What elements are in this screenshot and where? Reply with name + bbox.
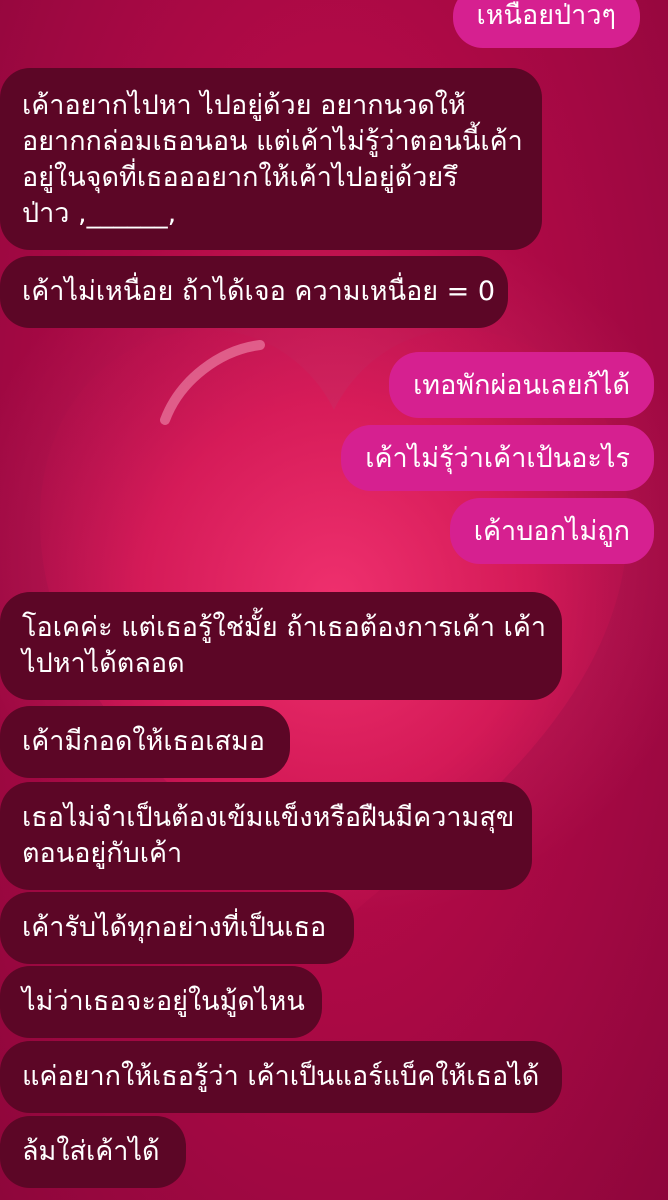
message-text: เธอไม่จำเป็นต้องเข้มแข็งหรือฝืนมีความสุข	[22, 802, 515, 833]
message-text: ล้มใส่เค้าได้	[22, 1136, 160, 1167]
message-bubble-incoming[interactable]: เธอไม่จำเป็นต้องเข้มแข็งหรือฝืนมีความสุข…	[0, 782, 532, 890]
message-text: เค้ารับได้ทุกอย่างที่เป็นเธอ	[22, 912, 327, 943]
message-text: เทอพักผ่อนเลยก้ได้	[413, 370, 630, 401]
message-text: อยากกล่อมเธอนอน แต่เค้าไม่รู้ว่าตอนนี้เค…	[22, 126, 523, 157]
message-bubble-outgoing[interactable]: เทอพักผ่อนเลยก้ได้	[389, 352, 654, 418]
message-text: ไปหาได้ตลอด	[22, 648, 185, 679]
message-bubble-incoming[interactable]: ไม่ว่าเธอจะอยู่ในมู้ดไหน	[0, 966, 322, 1038]
message-bubble-incoming[interactable]: เค้าอยากไปหา ไปอยู่ด้วย อยากนวดให้ อยากก…	[0, 68, 542, 250]
message-bubble-incoming[interactable]: เค้าไม่เหนื่อย ถ้าได้เจอ ความเหนื่อย = 0	[0, 256, 508, 328]
message-text: อยู่ในจุดที่เธอออยากให้เค้าไปอยู่ด้วยรึ	[22, 162, 458, 193]
message-text: ป่าว ,______,	[22, 198, 177, 229]
message-text: เหนื่อยป่าวๆ	[476, 0, 616, 31]
message-text: โอเคค่ะ แต่เธอรู้ใช่มั้ย ถ้าเธอต้องการเค…	[22, 612, 547, 643]
message-bubble-incoming[interactable]: ล้มใส่เค้าได้	[0, 1116, 186, 1188]
message-bubble-incoming[interactable]: เค้ารับได้ทุกอย่างที่เป็นเธอ	[0, 892, 354, 964]
message-bubble-incoming[interactable]: โอเคค่ะ แต่เธอรู้ใช่มั้ย ถ้าเธอต้องการเค…	[0, 592, 562, 700]
message-text: เค้าไม่เหนื่อย ถ้าได้เจอ ความเหนื่อย = 0	[22, 276, 496, 307]
chat-thread: เหนื่อยป่าวๆ เค้าอยากไปหา ไปอยู่ด้วย อยา…	[0, 0, 668, 1200]
message-bubble-incoming[interactable]: แค่อยากให้เธอรู้ว่า เค้าเป็นแอร์แบ็คให้เ…	[0, 1041, 562, 1113]
message-text: เค้าอยากไปหา ไปอยู่ด้วย อยากนวดให้	[22, 90, 466, 121]
message-text: ไม่ว่าเธอจะอยู่ในมู้ดไหน	[22, 986, 305, 1017]
message-bubble-incoming[interactable]: เค้ามีกอดให้เธอเสมอ	[0, 706, 290, 778]
message-bubble-outgoing[interactable]: เค้าไม่รุ้ว่าเค้าเป้นอะไร	[341, 425, 654, 491]
message-text: เค้าบอกไม่ถูก	[473, 516, 630, 547]
message-bubble-outgoing[interactable]: เค้าบอกไม่ถูก	[449, 498, 654, 564]
message-text: เค้ามีกอดให้เธอเสมอ	[22, 726, 265, 757]
message-text: ตอนอยู่กับเค้า	[22, 838, 183, 869]
message-text: เค้าไม่รุ้ว่าเค้าเป้นอะไร	[365, 443, 630, 474]
message-text: แค่อยากให้เธอรู้ว่า เค้าเป็นแอร์แบ็คให้เ…	[22, 1061, 540, 1092]
message-bubble-outgoing[interactable]: เหนื่อยป่าวๆ	[452, 0, 640, 48]
